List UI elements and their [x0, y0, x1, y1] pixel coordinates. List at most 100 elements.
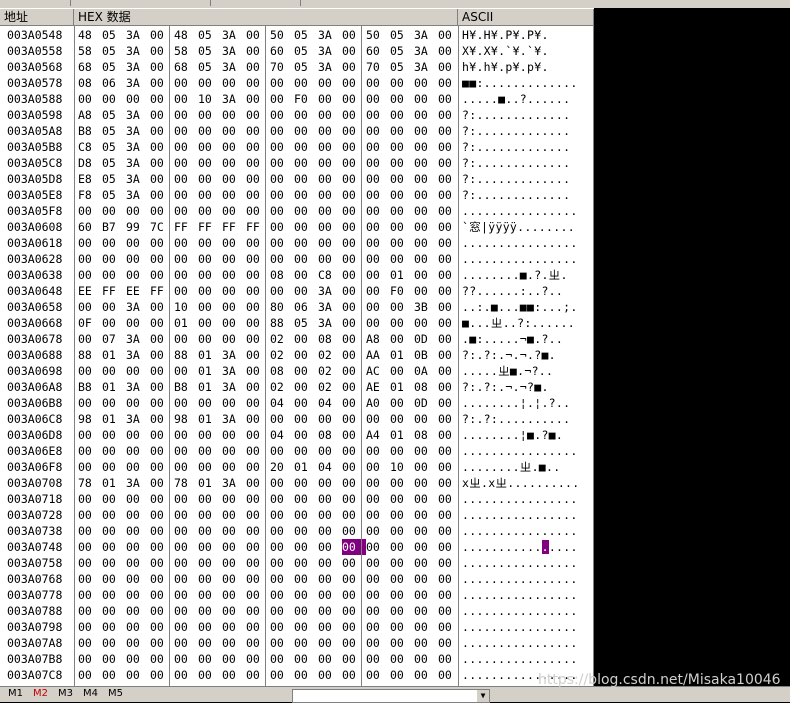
hex-byte[interactable]: 00	[174, 523, 198, 539]
hex-byte[interactable]: 00	[198, 443, 222, 459]
hex-byte[interactable]: 50	[366, 27, 390, 43]
hex-byte[interactable]: 00	[390, 363, 414, 379]
hex-byte[interactable]: 00	[126, 603, 150, 619]
hex-byte[interactable]: 02	[318, 363, 342, 379]
hex-byte[interactable]: 00	[174, 155, 198, 171]
hex-byte[interactable]: 00	[342, 443, 366, 459]
hex-byte[interactable]: 00	[294, 235, 318, 251]
hex-byte[interactable]: 00	[366, 203, 390, 219]
hex-byte[interactable]: 00	[390, 523, 414, 539]
hex-byte[interactable]: 00	[246, 203, 270, 219]
hex-byte[interactable]: 00	[174, 571, 198, 587]
hex-byte[interactable]: 00	[294, 395, 318, 411]
hex-byte[interactable]: 3A	[222, 59, 246, 75]
hex-byte[interactable]: 00	[246, 379, 270, 395]
hex-byte[interactable]: 00	[390, 651, 414, 667]
address-column-header[interactable]: 地址	[0, 9, 74, 26]
hex-byte[interactable]: B8	[174, 379, 198, 395]
hex-byte[interactable]: 00	[270, 283, 294, 299]
hex-byte[interactable]: 00	[78, 619, 102, 635]
hex-byte[interactable]: 01	[390, 379, 414, 395]
hex-byte[interactable]: 00	[342, 395, 366, 411]
hex-byte[interactable]: 05	[102, 187, 126, 203]
hex-byte[interactable]: 00	[318, 203, 342, 219]
hex-byte[interactable]: 00	[78, 459, 102, 475]
hex-byte[interactable]: 00	[222, 427, 246, 443]
hex-byte[interactable]: 00	[198, 123, 222, 139]
hex-byte[interactable]: 3A	[126, 347, 150, 363]
hex-byte[interactable]: 00	[78, 587, 102, 603]
hex-byte[interactable]: 00	[270, 603, 294, 619]
hex-byte[interactable]: 00	[78, 235, 102, 251]
hex-byte[interactable]: 00	[198, 75, 222, 91]
hex-byte[interactable]: 00	[198, 523, 222, 539]
hex-byte[interactable]: 00	[246, 507, 270, 523]
hex-byte[interactable]: 00	[318, 619, 342, 635]
hex-byte[interactable]: 00	[342, 667, 366, 683]
hex-byte[interactable]: 00	[294, 379, 318, 395]
hex-byte[interactable]: 00	[342, 139, 366, 155]
hex-byte[interactable]: 00	[342, 475, 366, 491]
hex-byte[interactable]: 00	[174, 171, 198, 187]
hex-byte[interactable]: 78	[174, 475, 198, 491]
hex-byte[interactable]: 00	[150, 187, 174, 203]
hex-byte[interactable]: 00	[150, 43, 174, 59]
hex-byte[interactable]: 3A	[318, 315, 342, 331]
hex-byte[interactable]: 00	[174, 651, 198, 667]
hex-byte[interactable]: 00	[246, 635, 270, 651]
hex-byte[interactable]: 00	[126, 395, 150, 411]
hex-byte[interactable]: 00	[390, 395, 414, 411]
hex-byte[interactable]: 00	[342, 315, 366, 331]
hex-byte[interactable]: 05	[102, 107, 126, 123]
hex-byte[interactable]: 00	[342, 155, 366, 171]
hex-byte[interactable]: 00	[318, 219, 342, 235]
hex-byte[interactable]: 3A	[222, 363, 246, 379]
hex-byte[interactable]: 08	[318, 427, 342, 443]
hex-byte[interactable]: 00	[366, 91, 390, 107]
hex-byte[interactable]: 00	[150, 267, 174, 283]
hex-byte[interactable]: 99	[126, 219, 150, 235]
hex-byte[interactable]: 00	[366, 139, 390, 155]
hex-byte[interactable]: 00	[150, 507, 174, 523]
hex-byte[interactable]: 00	[222, 635, 246, 651]
hex-byte[interactable]: 00	[78, 491, 102, 507]
hex-byte[interactable]: 05	[102, 27, 126, 43]
hex-byte[interactable]: 00	[174, 443, 198, 459]
hex-byte[interactable]: 3A	[126, 331, 150, 347]
hex-byte[interactable]: 00	[246, 251, 270, 267]
hex-byte[interactable]: 00	[390, 139, 414, 155]
hex-byte[interactable]: 00	[222, 107, 246, 123]
hex-byte[interactable]: 00	[342, 459, 366, 475]
hex-byte[interactable]: 00	[222, 523, 246, 539]
hex-byte[interactable]: 00	[342, 411, 366, 427]
hex-byte[interactable]: 00	[294, 539, 318, 555]
hex-byte[interactable]: 00	[414, 187, 438, 203]
hex-byte[interactable]: 00	[270, 523, 294, 539]
hex-byte[interactable]: 3A	[126, 171, 150, 187]
hex-byte[interactable]: 00	[150, 315, 174, 331]
hex-byte[interactable]: 00	[294, 155, 318, 171]
hex-byte[interactable]: 00	[78, 203, 102, 219]
hex-byte[interactable]: 00	[342, 91, 366, 107]
hex-byte[interactable]: 00	[198, 539, 222, 555]
hex-byte[interactable]: FF	[246, 219, 270, 235]
hex-byte[interactable]: 00	[294, 171, 318, 187]
hex-byte[interactable]: 00	[102, 667, 126, 683]
hex-byte[interactable]: 00	[342, 603, 366, 619]
hex-byte[interactable]: 00	[198, 395, 222, 411]
hex-byte[interactable]: 00	[246, 75, 270, 91]
hex-byte[interactable]: 20	[270, 459, 294, 475]
hex-byte[interactable]: 00	[150, 59, 174, 75]
hex-byte[interactable]: 00	[174, 283, 198, 299]
hex-byte[interactable]: 00	[150, 107, 174, 123]
hex-byte[interactable]: 00	[150, 635, 174, 651]
hex-byte[interactable]: 00	[390, 443, 414, 459]
hex-byte[interactable]: 00	[366, 587, 390, 603]
hex-byte[interactable]: 00	[294, 139, 318, 155]
hex-byte[interactable]: 00	[318, 523, 342, 539]
hex-byte[interactable]: 00	[246, 187, 270, 203]
hex-byte[interactable]: 00	[414, 123, 438, 139]
tab-m1[interactable]: M1	[8, 688, 23, 699]
chevron-down-icon[interactable]: ▼	[477, 690, 489, 702]
hex-byte[interactable]: 00	[102, 235, 126, 251]
